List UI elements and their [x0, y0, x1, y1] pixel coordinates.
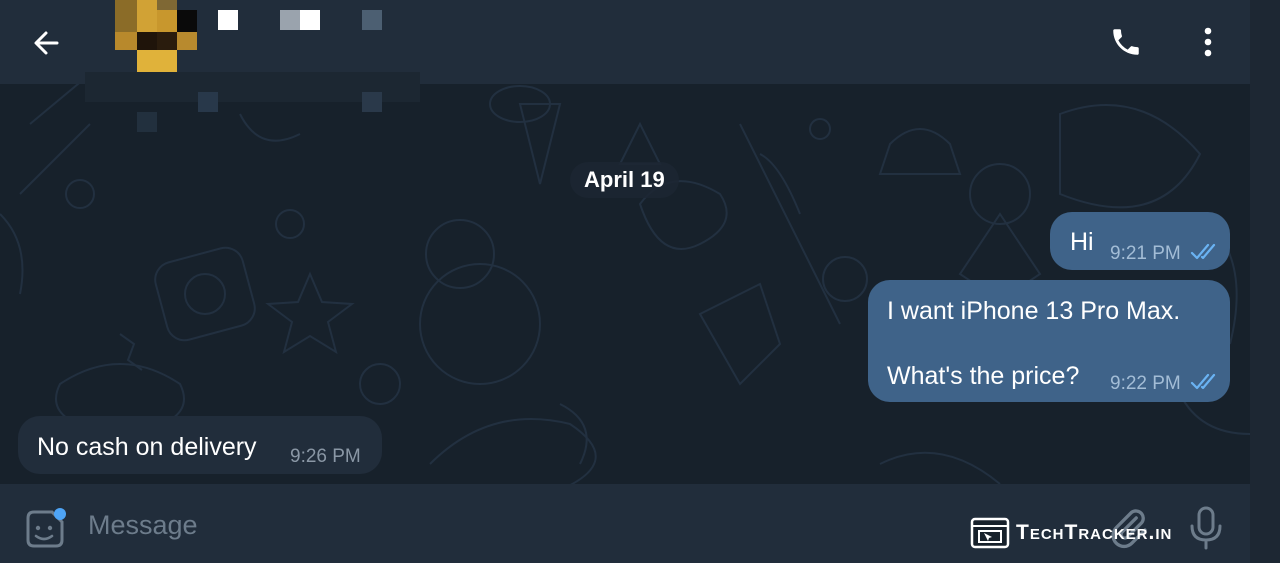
double-check-icon: [1190, 243, 1216, 260]
watermark: TechTracker.in: [970, 515, 1172, 551]
notification-dot: [54, 508, 66, 520]
microphone-icon: [1190, 506, 1222, 550]
message-line: I want iPhone 13 Pro Max.: [887, 297, 1181, 325]
message-text: No cash on delivery: [37, 433, 257, 461]
chat-window: April 19 Hi 9:21 PM I want iPhone 13 Pro…: [0, 0, 1250, 563]
more-options-button[interactable]: [1188, 20, 1228, 64]
background-panel: [1250, 0, 1280, 563]
message-text: Hi: [1070, 228, 1094, 256]
sticker-button[interactable]: [22, 508, 68, 552]
more-vertical-icon: [1204, 27, 1212, 57]
call-button[interactable]: [1104, 20, 1148, 64]
message-incoming[interactable]: No cash on delivery 9:26 PM: [18, 416, 382, 474]
redacted-contact-info: [0, 0, 430, 140]
message-line: What's the price?: [887, 362, 1080, 390]
microphone-button[interactable]: [1186, 504, 1226, 552]
message-list[interactable]: April 19 Hi 9:21 PM I want iPhone 13 Pro…: [0, 84, 1250, 484]
phone-icon: [1113, 29, 1139, 55]
message-time: 9:22 PM: [1110, 373, 1181, 394]
message-time: 9:26 PM: [290, 446, 361, 467]
watermark-text: TechTracker.in: [1016, 521, 1173, 544]
message-outgoing[interactable]: I want iPhone 13 Pro Max. What's the pri…: [868, 280, 1230, 402]
message-outgoing[interactable]: Hi 9:21 PM: [1050, 212, 1230, 270]
message-input[interactable]: [86, 502, 930, 548]
double-check-icon: [1190, 373, 1216, 390]
browser-window-icon: [970, 517, 1010, 549]
message-time: 9:21 PM: [1110, 243, 1181, 264]
date-separator: April 19: [570, 162, 679, 198]
sticker-icon: [26, 508, 66, 548]
